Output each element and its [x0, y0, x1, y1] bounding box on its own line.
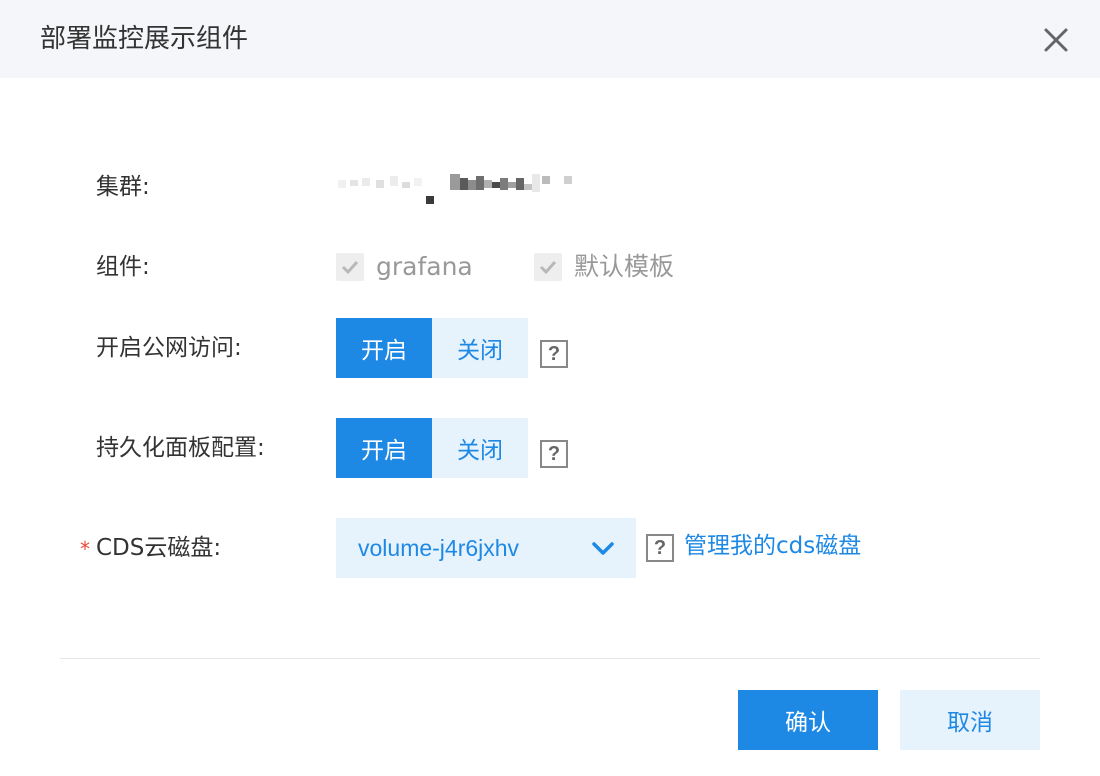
default-template-checkbox: [534, 253, 562, 281]
check-icon: [341, 260, 359, 275]
chevron-down-icon: [592, 542, 614, 555]
confirm-button[interactable]: 确认: [738, 690, 878, 750]
public-access-on-button[interactable]: 开启: [336, 318, 432, 378]
cds-disk-help-icon[interactable]: ?: [646, 534, 674, 562]
footer-divider: [60, 658, 1040, 659]
persistent-dashboard-help-icon[interactable]: ?: [540, 440, 568, 468]
dialog-title: 部署监控展示组件: [40, 24, 249, 54]
component-default-template: 默认模板: [534, 252, 674, 282]
components-label: 组件:: [96, 254, 150, 280]
public-access-off-button[interactable]: 关闭: [432, 318, 528, 378]
manage-cds-disk-link[interactable]: 管理我的cds磁盘: [684, 531, 861, 561]
cds-disk-label: CDS云磁盘:: [96, 535, 222, 561]
cds-disk-select[interactable]: volume-j4r6jxhv: [336, 518, 636, 578]
public-access-toggle: 开启 关闭: [336, 318, 528, 378]
persistent-dashboard-off-button[interactable]: 关闭: [432, 418, 528, 478]
deploy-monitor-dialog: 部署监控展示组件 集群: 组件: grafana 默认模板 开启公网访问: 开启…: [0, 0, 1100, 776]
public-access-label: 开启公网访问:: [96, 335, 242, 361]
grafana-checkbox: [336, 253, 364, 281]
required-mark: *: [80, 537, 90, 561]
grafana-label: grafana: [376, 252, 473, 281]
persistent-dashboard-toggle: 开启 关闭: [336, 418, 528, 478]
default-template-label: 默认模板: [574, 252, 675, 281]
cluster-label: 集群:: [96, 174, 150, 200]
cds-disk-selected-value: volume-j4r6jxhv: [358, 535, 520, 561]
public-access-help-icon[interactable]: ?: [540, 340, 568, 368]
persistent-dashboard-on-button[interactable]: 开启: [336, 418, 432, 478]
cluster-value-redacted: [336, 170, 576, 206]
dialog-header: 部署监控展示组件: [0, 0, 1100, 78]
component-grafana: grafana: [336, 252, 473, 282]
cancel-button[interactable]: 取消: [900, 690, 1040, 750]
close-icon[interactable]: [1040, 24, 1072, 56]
persistent-dashboard-label: 持久化面板配置:: [96, 435, 265, 461]
check-icon: [539, 260, 557, 275]
